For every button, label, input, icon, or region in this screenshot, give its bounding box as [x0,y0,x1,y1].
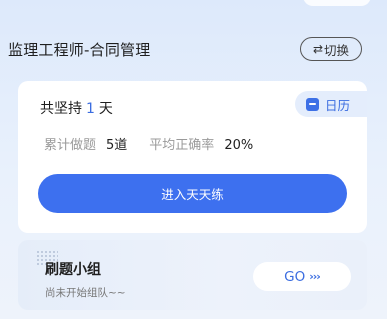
persist-prefix: 共坚持 [40,101,82,117]
swap-icon: ⇄ [312,42,324,56]
course-title: 监理工程师-合同管理 [8,41,151,59]
go-button[interactable]: GO ››› [253,262,351,291]
group-subtitle: 尚未开始组队~~ [45,287,126,299]
go-label: GO [284,268,306,285]
accuracy-label: 平均正确率 [149,138,215,153]
total-questions-value: 5道 [106,138,128,153]
study-group-card: 刷题小组 尚未开始组队~~ GO ››› [18,240,367,310]
top-edge-element [303,0,371,6]
switch-course-button[interactable]: ⇄ 切换 [300,37,362,61]
stats-row: 累计做题 5道 平均正确率 20% [44,134,253,153]
accuracy-value: 20% [224,138,254,153]
course-header: 监理工程师-合同管理 ⇄ 切换 [0,32,387,66]
chevrons-right-icon: ››› [309,270,321,283]
group-title: 刷题小组 [45,262,101,278]
persist-suffix: 天 [98,101,113,117]
daily-practice-button[interactable]: 进入天天练 [38,174,347,213]
switch-label: 切换 [324,42,350,58]
persist-days: 共坚持 1 天 [40,98,113,118]
practice-card: 共坚持 1 天 日历 累计做题 5道 平均正确率 20% 进入天天练 [18,81,367,233]
total-questions-label: 累计做题 [44,138,97,153]
persist-days-count: 1 [86,101,95,117]
calendar-button[interactable]: 日历 [295,91,367,117]
calendar-label: 日历 [325,97,351,113]
calendar-icon [306,97,319,111]
